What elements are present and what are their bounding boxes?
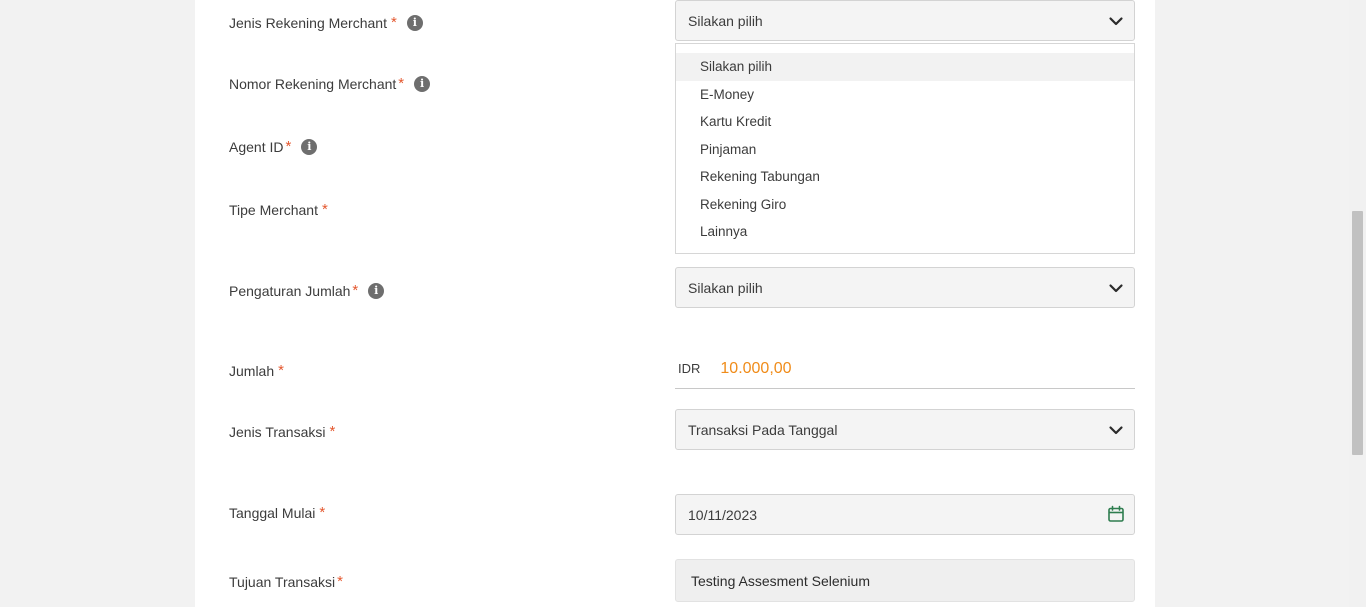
dropdown-option[interactable]: E-Money xyxy=(676,81,1134,109)
chevron-down-icon xyxy=(1109,284,1123,293)
dropdown-option[interactable]: Pinjaman xyxy=(676,136,1134,164)
pengaturan-jumlah-select[interactable]: Silakan pilih xyxy=(675,267,1135,308)
label-text: Nomor Rekening Merchant xyxy=(229,75,397,92)
required-asterisk: * xyxy=(337,573,343,590)
input-value: Testing Assesment Selenium xyxy=(691,572,870,589)
label-tipe-merchant: Tipe Merchant * xyxy=(229,201,328,218)
label-text: Tanggal Mulai xyxy=(229,504,316,521)
select-value: Silakan pilih xyxy=(688,12,763,29)
required-asterisk: * xyxy=(285,138,292,155)
label-text: Jenis Transaksi xyxy=(229,423,326,440)
currency-label: IDR xyxy=(678,361,701,376)
dropdown-option[interactable]: Silakan pilih xyxy=(676,53,1134,81)
jenis-rekening-dropdown-list: Silakan pilih E-Money Kartu Kredit Pinja… xyxy=(675,43,1135,254)
label-tanggal-mulai: Tanggal Mulai * xyxy=(229,504,325,521)
tujuan-transaksi-input[interactable]: Testing Assesment Selenium xyxy=(675,559,1135,602)
info-icon[interactable]: i xyxy=(406,14,423,31)
label-tujuan-transaksi: Tujuan Transaksi * xyxy=(229,573,343,590)
dropdown-option[interactable]: Lainnya xyxy=(676,218,1134,246)
label-nomor-rekening-merchant: Nomor Rekening Merchant * i xyxy=(229,75,431,92)
jenis-rekening-merchant-select[interactable]: Silakan pilih xyxy=(675,0,1135,41)
required-asterisk: * xyxy=(398,75,405,92)
label-text: Tujuan Transaksi xyxy=(229,573,336,590)
required-asterisk: * xyxy=(319,504,326,521)
label-text: Agent ID xyxy=(229,138,284,155)
label-jenis-rekening-merchant: Jenis Rekening Merchant * i xyxy=(229,14,423,31)
calendar-icon[interactable] xyxy=(1107,505,1125,523)
label-pengaturan-jumlah: Pengaturan Jumlah * i xyxy=(229,282,385,299)
scrollbar-thumb[interactable] xyxy=(1352,211,1363,455)
required-asterisk: * xyxy=(329,423,336,440)
info-icon[interactable]: i xyxy=(301,138,318,155)
required-asterisk: * xyxy=(390,14,397,31)
label-text: Jenis Rekening Merchant xyxy=(229,14,387,31)
label-text: Jumlah xyxy=(229,362,275,379)
label-text: Tipe Merchant xyxy=(229,201,318,218)
select-value: Silakan pilih xyxy=(688,279,763,296)
date-value: 10/11/2023 xyxy=(688,506,758,523)
info-icon[interactable]: i xyxy=(368,282,385,299)
info-icon[interactable]: i xyxy=(414,75,431,92)
dropdown-option[interactable]: Rekening Tabungan xyxy=(676,163,1134,191)
label-agent-id: Agent ID * i xyxy=(229,138,318,155)
amount-value: 10.000,00 xyxy=(720,359,792,377)
tanggal-mulai-date-input[interactable]: 10/11/2023 xyxy=(675,494,1135,535)
dropdown-option[interactable]: Rekening Giro xyxy=(676,191,1134,219)
required-asterisk: * xyxy=(321,201,328,218)
select-value: Transaksi Pada Tanggal xyxy=(688,421,838,438)
required-asterisk: * xyxy=(352,282,359,299)
label-jenis-transaksi: Jenis Transaksi * xyxy=(229,423,335,440)
required-asterisk: * xyxy=(278,362,284,379)
chevron-down-icon xyxy=(1109,426,1123,435)
chevron-down-icon xyxy=(1109,17,1123,26)
jenis-transaksi-select[interactable]: Transaksi Pada Tanggal xyxy=(675,409,1135,450)
label-jumlah: Jumlah * xyxy=(229,362,284,379)
jumlah-amount-input[interactable]: IDR 10.000,00 xyxy=(675,349,1135,389)
label-text: Pengaturan Jumlah xyxy=(229,282,351,299)
dropdown-option[interactable]: Kartu Kredit xyxy=(676,108,1134,136)
